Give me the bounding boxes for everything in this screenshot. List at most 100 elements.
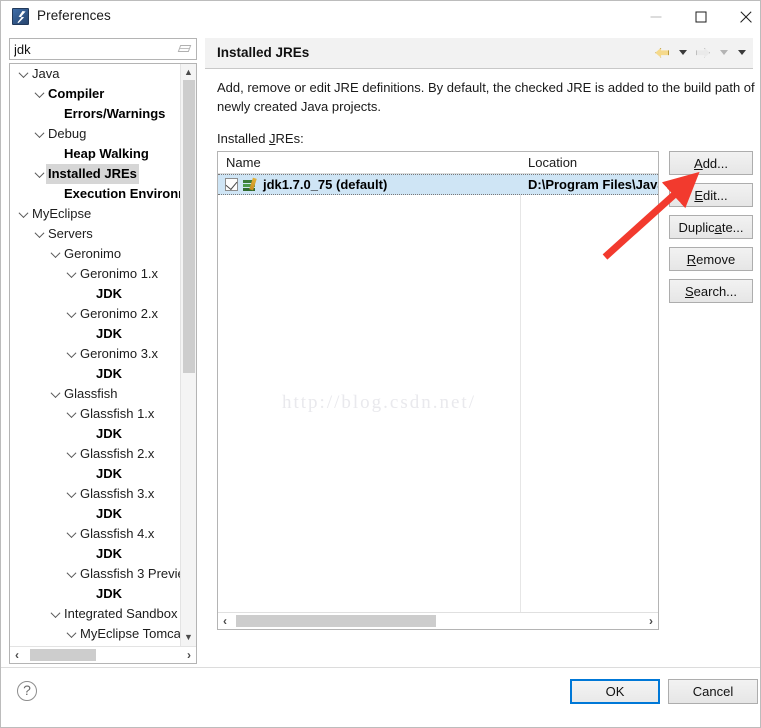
tree-item[interactable]: Integrated Sandbox [10,604,180,624]
chevron-down-icon[interactable] [36,171,45,177]
tree-item-label: MyEclipse Tomcat [80,626,180,641]
help-icon[interactable]: ? [17,681,37,701]
tree-item[interactable]: JDK [10,284,180,304]
tree-item-label: Heap Walking [64,146,149,161]
clear-filter-icon[interactable] [177,42,192,56]
tree-item[interactable]: Geronimo 1.x [10,264,180,284]
jre-table[interactable]: Name Location jdk1.7.0_75 (default) D:\P… [217,151,659,630]
chevron-down-icon[interactable] [52,251,61,257]
tree-item-label: Integrated Sandbox [64,606,178,621]
tree-item-label: Servers [48,226,93,241]
view-menu-chevron-down-icon[interactable] [738,50,746,56]
panel-description: Add, remove or edit JRE definitions. By … [217,80,755,114]
table-scroll-right-icon[interactable]: › [649,615,653,627]
tree-item[interactable]: Geronimo [10,244,180,264]
chevron-down-icon[interactable] [36,131,45,137]
scroll-right-icon[interactable]: › [187,649,191,661]
search-button[interactable]: Search... [669,279,753,303]
minimize-button[interactable] [633,1,678,32]
chevron-down-icon[interactable] [68,411,77,417]
tree-horizontal-scrollbar[interactable]: ‹ › [10,646,196,663]
back-arrow-icon[interactable] [654,45,670,61]
tree-item[interactable]: Glassfish 4.x [10,524,180,544]
preferences-tree: Java Compiler Errors/Warnings Debug Heap Wal… [9,63,197,664]
tree-item-label: Java [32,66,60,81]
tree-item[interactable]: Errors/Warnings [10,104,180,124]
tree-vscroll-thumb[interactable] [183,80,195,373]
jre-checkbox[interactable] [225,177,238,191]
table-header: Name Location [218,152,658,174]
table-horizontal-scrollbar[interactable]: ‹ › [218,612,658,629]
maximize-button[interactable] [678,1,723,32]
tree-item[interactable]: JDK [10,464,180,484]
tree-item[interactable]: MyEclipse [10,204,180,224]
tree-item[interactable]: Glassfish 2.x [10,444,180,464]
column-divider [520,152,521,629]
remove-button[interactable]: Remove [669,247,753,271]
tree-item[interactable]: Geronimo 3.x [10,344,180,364]
chevron-down-icon[interactable] [68,571,77,577]
tree-item[interactable]: Installed JREs [10,164,180,184]
tree-item[interactable]: JDK [10,324,180,344]
tree-view[interactable]: Java Compiler Errors/Warnings Debug Heap Wal… [10,64,180,646]
table-hscroll-thumb[interactable] [236,615,436,627]
window-title: Preferences [37,8,111,23]
chevron-down-icon[interactable] [68,351,77,357]
chevron-down-icon[interactable] [52,611,61,617]
scroll-up-icon[interactable]: ▲ [184,68,193,77]
chevron-down-icon[interactable] [52,391,61,397]
tree-item[interactable]: JDK [10,424,180,444]
tree-item-label: Compiler [48,86,105,101]
chevron-down-icon[interactable] [68,311,77,317]
tree-item[interactable]: Glassfish [10,384,180,404]
table-row[interactable]: jdk1.7.0_75 (default) D:\Program Files\J… [218,174,658,195]
tree-item[interactable]: JDK [10,544,180,564]
tree-item[interactable]: Java [10,64,180,84]
chevron-down-icon[interactable] [68,491,77,497]
chevron-down-icon[interactable] [20,211,29,217]
tree-item[interactable]: MyEclipse Tomcat [10,624,180,644]
tree-item[interactable]: Execution Environments [10,184,180,204]
tree-item[interactable]: JDK [10,584,180,604]
tree-item[interactable]: Glassfish 3.x [10,484,180,504]
back-history-chevron-down-icon[interactable] [678,50,687,56]
chevron-down-icon[interactable] [68,631,77,637]
filter-box[interactable] [9,38,197,60]
close-button[interactable] [723,1,760,32]
tree-vertical-scrollbar[interactable]: ▲ ▼ [180,64,196,646]
list-label-pre: Installed [217,131,270,146]
tree-item[interactable]: JDK [10,504,180,524]
add-button[interactable]: Add... [669,151,753,175]
chevron-down-icon[interactable] [68,451,77,457]
table-scroll-left-icon[interactable]: ‹ [223,615,227,627]
tree-item[interactable]: Geronimo 2.x [10,304,180,324]
button-label-mnemonic: a [714,219,722,235]
duplicate-button[interactable]: Duplicate... [669,215,753,239]
tree-item[interactable]: Glassfish 1.x [10,404,180,424]
column-header-name[interactable]: Name [226,155,261,170]
cancel-button[interactable]: Cancel [668,679,758,704]
tree-item[interactable]: JDK [10,364,180,384]
chevron-down-icon[interactable] [36,231,45,237]
scroll-down-icon[interactable]: ▼ [184,633,193,642]
chevron-down-icon[interactable] [68,271,77,277]
chevron-down-icon[interactable] [20,71,29,77]
edit-button[interactable]: Edit... [669,183,753,207]
tree-hscroll-thumb[interactable] [30,649,96,661]
chevron-down-icon[interactable] [68,531,77,537]
chevron-down-icon[interactable] [36,91,45,97]
column-header-location[interactable]: Location [528,155,577,170]
filter-input[interactable] [14,41,169,58]
list-label-post: REs: [275,131,304,146]
tree-item[interactable]: Servers [10,224,180,244]
forward-arrow-icon [695,45,711,61]
ok-button[interactable]: OK [570,679,660,704]
tree-item[interactable]: Compiler [10,84,180,104]
scroll-left-icon[interactable]: ‹ [15,649,19,661]
preferences-dialog: Preferences Java Compiler Errors/Warnings D… [0,0,761,728]
tree-item[interactable]: Glassfish 3 Preview [10,564,180,584]
tree-item[interactable]: Heap Walking [10,144,180,164]
tree-item[interactable]: Debug [10,124,180,144]
button-label-post: dit... [703,187,728,203]
minimize-icon [650,16,661,17]
